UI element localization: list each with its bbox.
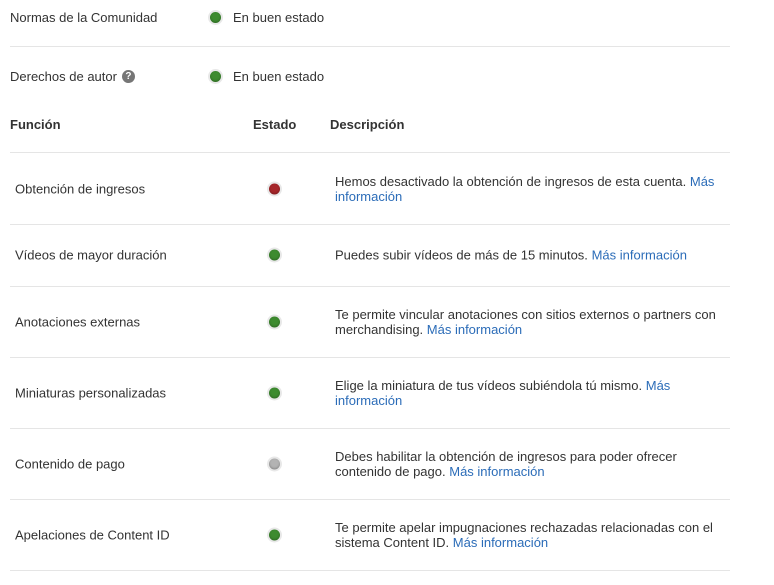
feature-description: Elige la miniatura de tus vídeos subiénd… [335,378,730,408]
feature-status-cell [269,458,280,469]
table-row: Apelaciones de Content ID Te permite apel… [10,499,730,571]
feature-status-cell [269,387,280,398]
feature-name: Contenido de pago [15,456,125,471]
status-text: En buen estado [233,9,325,25]
more-info-link[interactable]: Más información [449,464,544,479]
community-guidelines-status: En buen estado [210,10,324,25]
status-dot-icon [269,458,280,469]
community-guidelines-text: Normas de la Comunidad [10,9,158,25]
copyright-status: En buen estado [210,69,324,84]
copyright-label: Derechos de autor ? [10,69,210,84]
status-dot-icon [269,387,280,398]
feature-description: Hemos desactivado la obtención de ingres… [335,174,730,204]
more-info-link[interactable]: Más información [592,248,687,263]
table-row: Obtención de ingresos Hemos desactivado l… [10,153,730,225]
feature-status-cell [269,529,280,540]
status-dot-icon [269,529,280,540]
feature-name: Obtención de ingresos [15,181,146,196]
column-header-status: Estado [253,117,297,132]
feature-status-cell [269,316,280,327]
table-row: Vídeos de mayor duración Puedes subir víd… [10,224,730,287]
description-text: Puedes subir vídeos de más de 15 minutos… [335,247,588,263]
description-text: Te permite vincular anotaciones con siti… [335,306,716,337]
feature-status-cell [269,183,280,194]
description-text: Hemos desactivado la obtención de ingres… [335,173,687,189]
column-header-description: Descripción [330,117,405,132]
feature-status-cell [269,249,280,261]
features-table-header: Función Estado Descripción [10,110,730,153]
feature-description: Te permite vincular anotaciones con siti… [335,307,730,337]
feature-description: Puedes subir vídeos de más de 15 minutos… [335,248,730,263]
status-dot-icon [210,11,221,23]
column-header-function: Función [10,117,61,132]
table-row: Contenido de pago Debes habilitar la obte… [10,428,730,500]
status-text: En buen estado [233,68,325,84]
more-info-link[interactable]: Más información [427,322,522,337]
feature-name: Apelaciones de Content ID [15,527,170,542]
copyright-row: Derechos de autor ? En buen estado [10,47,730,105]
copyright-text: Derechos de autor [10,68,117,84]
more-info-link[interactable]: Más información [453,535,548,550]
help-icon[interactable]: ? [121,69,135,83]
community-guidelines-row: Normas de la Comunidad En buen estado [10,0,730,47]
feature-name: Miniaturas personalizadas [15,385,167,400]
status-dot-icon [269,316,280,327]
feature-name: Vídeos de mayor duración [15,247,167,263]
status-dot-icon [269,183,280,194]
description-text: Elige la miniatura de tus vídeos subiénd… [335,377,643,393]
community-guidelines-label: Normas de la Comunidad [10,10,210,25]
feature-name: Anotaciones externas [15,314,141,329]
table-row: Miniaturas personalizadas Elige la miniat… [10,357,730,429]
table-row: Anotaciones externas Te permite vincular … [10,286,730,358]
feature-description: Te permite apelar impugnaciones rechazad… [335,520,730,550]
feature-description: Debes habilitar la obtención de ingresos… [335,449,730,479]
status-dot-icon [210,70,221,82]
status-dot-icon [269,249,280,261]
